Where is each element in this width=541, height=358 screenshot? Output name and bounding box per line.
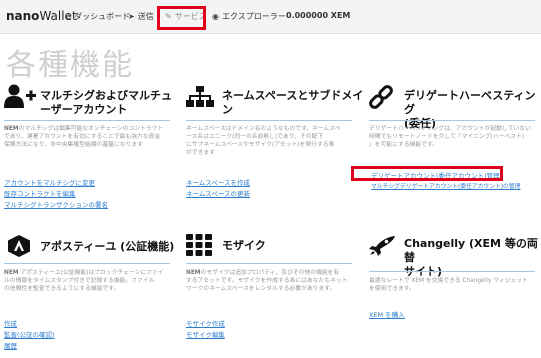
card-apostille-title: アポスティーユ (公証機能): [40, 240, 174, 254]
card-mosaic-desc-line2: するアセットです。モザイクを作成する為にはあなたもネット: [186, 278, 348, 284]
link-apostille-create[interactable]: 作成: [4, 318, 17, 328]
card-harvesting-desc-line3: 」を可能にする機能です。: [369, 142, 439, 148]
card-multisig-title-line2: ーザーアカウント: [40, 103, 128, 116]
sitemap-icon: [186, 86, 214, 107]
card-namespace-desc-line4: ができます: [186, 150, 215, 156]
card-harvesting-title-line1: デリゲートハーベスティング: [404, 89, 536, 116]
link-sign-multisig[interactable]: マルチシグトランザクションの署名: [4, 199, 108, 209]
top-navbar: nanoWallet ⌂ ダッシュボード ➤ 送信 ✎ サービス ◉ エクスプローラー …: [0, 0, 541, 34]
card-changelly-desc-line2: を使用できます。: [369, 286, 415, 292]
brand-name-bold: nano: [6, 9, 40, 23]
card-namespace-description: ネームスペースはドメイン名のようなものです。ネームスペ ース名はユニーク(同一の…: [186, 125, 341, 157]
card-harvesting-desc-line1: デリゲートハーベスティングは、アカウントが起動していない: [369, 126, 531, 132]
link-mosaic-edit[interactable]: モザイク編集: [186, 329, 225, 339]
rocket-icon: [369, 236, 395, 256]
balance-display: 0.000000 XEM: [286, 11, 351, 20]
card-multisig-title-line1: マルチシグおよびマルチュ: [40, 89, 172, 102]
highlight-services: [157, 6, 206, 30]
globe-icon: ◉: [212, 12, 219, 21]
mosaic-grid-icon: [186, 234, 212, 256]
nav-send[interactable]: ➤ 送信: [128, 11, 154, 22]
home-icon: ⌂: [66, 12, 72, 21]
card-apostille-desc-line3: の信頼性を監査できるようにする機能です。: [4, 286, 120, 292]
chain-link-icon: [369, 85, 393, 109]
card-multisig-divider: [4, 120, 170, 121]
card-multisig-desc-line2: であり、連署アカウントを有効にすることで最も強力な資金: [4, 134, 161, 140]
link-multisig-delegated-manage[interactable]: マルチシグデリゲートアカウント(委任アカウント)の管理: [371, 181, 520, 190]
apostille-icon: [8, 235, 30, 257]
nav-explorer[interactable]: ◉ エクスプローラー: [212, 11, 286, 22]
card-mosaic-desc-lead: NEM: [186, 270, 201, 276]
card-harvesting-description: デリゲートハーベスティングは、アカウントが起動していない 時間でもリモートノード…: [369, 125, 531, 149]
card-apostille-desc-line1: アポスティーユ(公証機能)はブロックチェーンにファイ: [18, 270, 164, 276]
card-harvesting-divider: [369, 120, 535, 121]
card-changelly-desc-line1: 最適なレートで XEM を交換できる Changelly ウィジェット: [369, 278, 528, 284]
link-apostille-history[interactable]: 履歴: [4, 340, 17, 350]
card-multisig-desc-lead: NEM: [4, 126, 19, 132]
card-apostille-description: NEM アポスティーユ(公証機能)はブロックチェーンにファイ ルの情報をタイムス…: [4, 269, 163, 293]
card-harvesting-desc-line2: 時間でもリモートノードを介して「マイニング(ハーベスト): [369, 134, 525, 140]
nav-explorer-label: エクスプローラー: [221, 12, 286, 21]
link-mosaic-create[interactable]: モザイク作成: [186, 318, 225, 328]
nav-send-label: 送信: [137, 12, 154, 21]
card-namespace-title-line1: ネームスペースとサブドメイ: [222, 89, 364, 102]
card-mosaic-title: モザイク: [222, 239, 266, 253]
card-namespace-desc-line2: ース名はユニーク(同一の名前無し)であり、その配下: [186, 134, 324, 140]
link-apostille-audit[interactable]: 監査(公証の確認): [4, 329, 55, 339]
card-mosaic-title-line1: モザイク: [222, 239, 266, 252]
page-title: 各種機能: [6, 48, 134, 83]
card-mosaic-desc-line3: ワークのネームスペースをレンタルする必要があります。: [186, 286, 336, 292]
card-changelly-divider: [369, 271, 535, 272]
link-convert-to-multisig[interactable]: アカウントをマルチシグに変更: [4, 177, 95, 187]
user-plus-icon: [4, 84, 36, 108]
nav-dashboard[interactable]: ⌂ ダッシュボード: [66, 11, 130, 22]
card-namespace-title-line2: ン: [222, 103, 233, 116]
card-namespace-divider: [186, 120, 352, 121]
nav-dashboard-label: ダッシュボード: [74, 12, 131, 21]
link-edit-contract[interactable]: 既存コントラクトを編集: [4, 188, 76, 198]
card-apostille-desc-line2: ルの情報をタイムスタンプ付きで記録する機能。ファイル: [4, 278, 155, 284]
link-buy-xem[interactable]: XEM を購入: [369, 309, 405, 319]
card-multisig-description: NEMのマルチシグは編集可能なオンチェーンのコントラクト であり、連署アカウント…: [4, 125, 163, 149]
highlight-delegated-account: [351, 166, 503, 181]
card-multisig-desc-line3: 保護方法になり、非中央集権型組織の基盤になります: [4, 142, 143, 148]
card-changelly-title: Changelly (XEM 等の両替 サイト): [404, 237, 541, 279]
link-renew-namespace[interactable]: ネームスペースの更新: [186, 188, 250, 198]
send-icon: ➤: [128, 12, 135, 21]
card-multisig-desc-line1: のマルチシグは編集可能なオンチェーンのコントラクト: [18, 126, 164, 132]
card-apostille-divider: [4, 263, 170, 264]
card-changelly-description: 最適なレートで XEM を交換できる Changelly ウィジェット を使用で…: [369, 277, 528, 293]
card-apostille-desc-lead: NEM: [4, 270, 19, 276]
card-mosaic-description: NEMのモザイクは追加プロパティ、及びその他の機能を有 するアセットです。モザイ…: [186, 269, 348, 293]
card-mosaic-divider: [186, 263, 352, 264]
card-apostille-title-line1: アポスティーユ (公証機能): [40, 240, 175, 253]
card-changelly-title-line1: Changelly (XEM 等の両替: [404, 237, 538, 264]
link-create-namespace[interactable]: ネームスペースを作成: [186, 177, 250, 187]
card-mosaic-desc-line1: のモザイクは追加プロパティ、及びその他の機能を有: [200, 270, 340, 276]
card-namespace-title: ネームスペースとサブドメイ ン: [222, 89, 363, 117]
card-namespace-desc-line3: にサブネームスペースやモザイク(アセット)を発行する事: [186, 142, 335, 148]
card-multisig-title: マルチシグおよびマルチュ ーザーアカウント: [40, 89, 172, 117]
card-namespace-desc-line1: ネームスペースはドメイン名のようなものです。ネームスペ: [186, 126, 341, 132]
